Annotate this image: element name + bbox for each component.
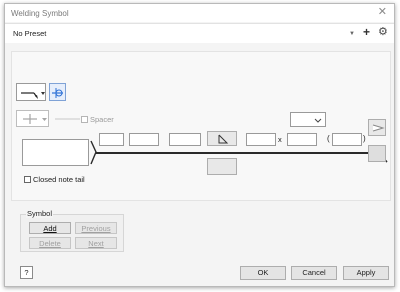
pitch-field[interactable] bbox=[287, 133, 317, 146]
previous-symbol-button[interactable]: Previous bbox=[75, 222, 117, 234]
help-icon[interactable]: ? bbox=[20, 266, 33, 279]
closed-note-tail-label: Closed note tail bbox=[33, 175, 85, 184]
paren-close: ) bbox=[363, 134, 366, 143]
leader-arrow-icon bbox=[21, 92, 45, 99]
closed-note-tail-checkbox[interactable] bbox=[24, 176, 31, 183]
weld-flag-icon bbox=[52, 88, 63, 98]
cancel-button[interactable]: Cancel bbox=[291, 266, 337, 280]
welding-symbol-dialog: Welding Symbol ✕ No Preset ▼ + ⚙ Spacer … bbox=[4, 3, 395, 287]
all-around-toggle[interactable] bbox=[49, 83, 66, 101]
dialog-title: Welding Symbol bbox=[11, 9, 69, 18]
chevron-down-icon: ▼ bbox=[349, 31, 355, 37]
size-field[interactable] bbox=[129, 133, 159, 146]
ok-button[interactable]: OK bbox=[240, 266, 286, 280]
symmetry-icon bbox=[23, 114, 47, 124]
preset-bar: No Preset ▼ + ⚙ bbox=[5, 23, 394, 43]
prefix-field[interactable] bbox=[99, 133, 124, 146]
symmetry-dropdown[interactable] bbox=[16, 110, 49, 127]
other-side-weld-type-button[interactable] bbox=[207, 158, 237, 175]
length-field[interactable] bbox=[246, 133, 276, 146]
preset-dropdown[interactable]: No Preset ▼ bbox=[11, 27, 361, 41]
count-field[interactable] bbox=[332, 133, 362, 146]
chevron-down-icon bbox=[314, 118, 322, 123]
spacer-label: Spacer bbox=[90, 115, 114, 124]
paren-open: ( bbox=[327, 134, 330, 143]
add-symbol-button[interactable]: Add bbox=[29, 222, 71, 234]
weld-type-button[interactable] bbox=[207, 131, 237, 146]
fillet-weld-icon bbox=[218, 134, 229, 144]
next-label: Next bbox=[88, 239, 104, 248]
previous-label: Previous bbox=[81, 224, 111, 233]
add-label: Add bbox=[43, 224, 57, 233]
close-icon[interactable]: ✕ bbox=[378, 6, 387, 18]
separator-line bbox=[55, 118, 80, 120]
preset-value: No Preset bbox=[13, 29, 47, 38]
title-bar: Welding Symbol ✕ bbox=[5, 4, 394, 22]
symbol-group-title: Symbol bbox=[26, 209, 54, 218]
tail-open-button[interactable] bbox=[368, 119, 386, 136]
spacer-checkbox[interactable] bbox=[81, 116, 88, 123]
plus-icon[interactable]: + bbox=[363, 26, 370, 39]
next-symbol-button[interactable]: Next bbox=[75, 237, 117, 249]
root-field[interactable] bbox=[169, 133, 201, 146]
delete-symbol-button[interactable]: Delete bbox=[29, 237, 71, 249]
leader-style-dropdown[interactable] bbox=[16, 83, 46, 101]
flag-icon bbox=[372, 124, 385, 132]
tail-closed-button[interactable] bbox=[368, 145, 386, 162]
dimension-separator: x bbox=[278, 135, 282, 144]
delete-label: Delete bbox=[39, 239, 61, 248]
symbol-group: Symbol Add Previous Delete Next bbox=[20, 209, 124, 252]
note-tail-box[interactable] bbox=[22, 139, 89, 166]
apply-button[interactable]: Apply bbox=[343, 266, 389, 280]
gear-icon[interactable]: ⚙ bbox=[378, 25, 388, 39]
contour-dropdown[interactable] bbox=[290, 112, 326, 127]
